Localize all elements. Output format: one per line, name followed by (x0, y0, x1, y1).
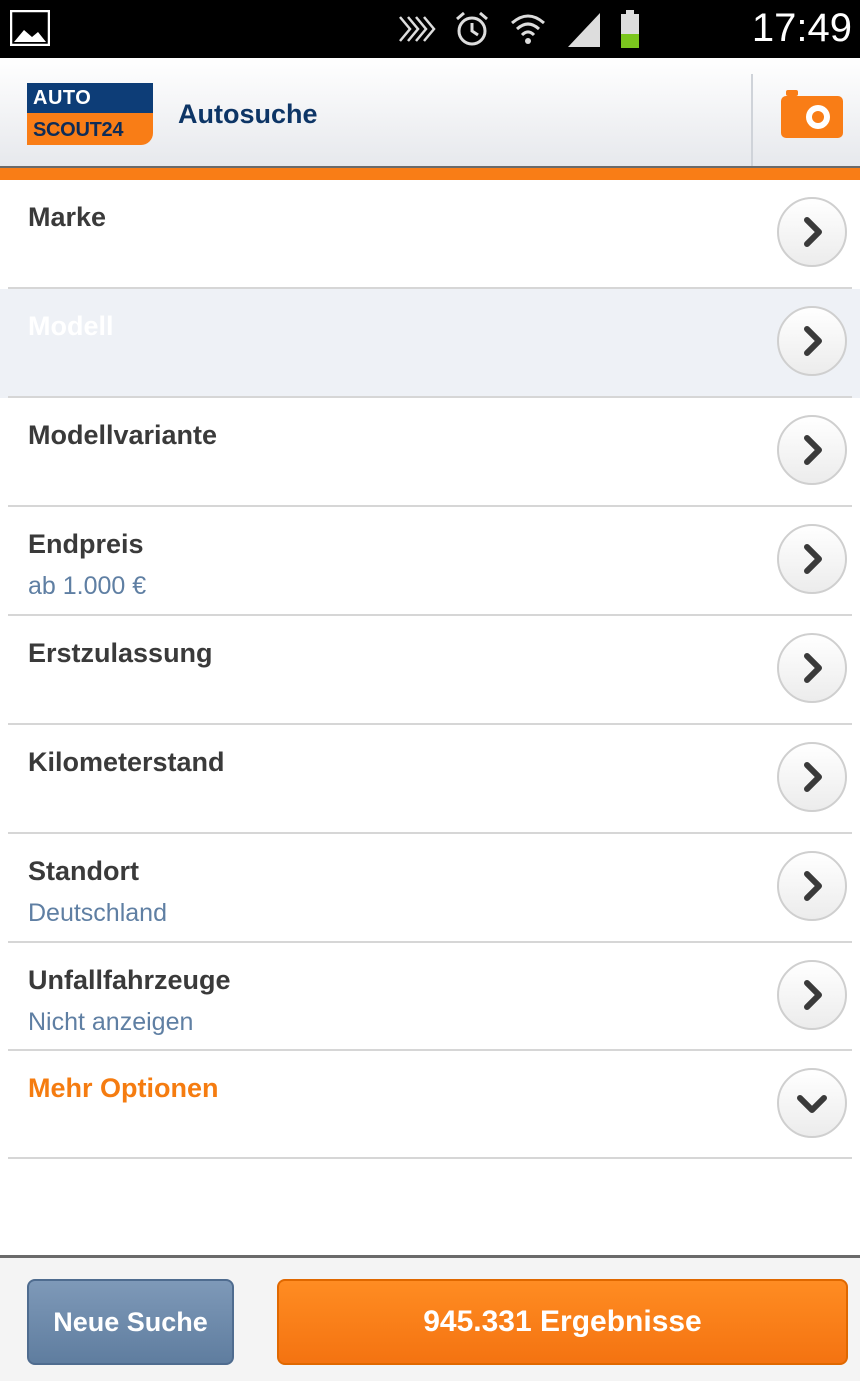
more-options-row[interactable]: Mehr Optionen (0, 1051, 860, 1159)
filter-label: Unfallfahrzeuge (28, 965, 231, 995)
filter-label: Kilometerstand (28, 747, 225, 777)
filter-label: Standort (28, 856, 139, 886)
alarm-icon (456, 11, 488, 46)
app-bar-divider (751, 74, 753, 166)
signal-icon (568, 13, 600, 47)
filter-row-erstzulassung[interactable]: Erstzulassung (0, 616, 860, 725)
filter-row-modellvariante[interactable]: Modellvariante (0, 398, 860, 507)
bottom-action-bar: Neue Suche 945.331 Ergebnisse (0, 1258, 860, 1381)
filter-label: Endpreis (28, 529, 144, 559)
filter-value: ab 1.000 € (28, 572, 147, 600)
filter-row-modell: Modell (0, 289, 860, 398)
header-accent-bar (0, 166, 860, 180)
logo-line-1: AUTO (27, 83, 153, 113)
new-search-button[interactable]: Neue Suche (27, 1279, 234, 1365)
filter-label: Modell (28, 311, 114, 341)
filter-value: Deutschland (28, 899, 167, 927)
autoscout24-logo[interactable]: AUTO SCOUT24 (27, 83, 153, 145)
chevron-right-icon (777, 306, 847, 376)
camera-icon[interactable] (780, 88, 844, 140)
chevron-right-icon[interactable] (777, 197, 847, 267)
filter-label: Erstzulassung (28, 638, 213, 668)
filter-row-marke[interactable]: Marke (0, 180, 860, 289)
filter-label: Modellvariante (28, 420, 218, 450)
status-time: 17:49 (751, 6, 852, 50)
filter-row-endpreis[interactable]: Endpreis ab 1.000 € (0, 507, 860, 616)
chevron-right-icon[interactable] (777, 415, 847, 485)
gallery-icon (10, 10, 50, 46)
status-bar: 17:49 (0, 0, 860, 58)
page-title: Autosuche (178, 99, 318, 129)
divider (8, 1157, 852, 1159)
chevron-right-icon[interactable] (777, 742, 847, 812)
chevron-down-icon[interactable] (777, 1068, 847, 1138)
filter-row-unfallfahrzeuge[interactable]: Unfallfahrzeuge Nicht anzeigen (0, 943, 860, 1051)
filter-label: Marke (28, 202, 107, 232)
logo-line-2: SCOUT24 (27, 113, 153, 145)
nfc-icon (399, 16, 436, 42)
battery-icon (621, 10, 639, 48)
filter-row-standort[interactable]: Standort Deutschland (0, 834, 860, 943)
show-results-button[interactable]: 945.331 Ergebnisse (277, 1279, 848, 1365)
chevron-right-icon[interactable] (777, 851, 847, 921)
filter-value: Nicht anzeigen (28, 1008, 194, 1036)
app-bar: AUTO SCOUT24 Autosuche (0, 58, 860, 168)
chevron-right-icon[interactable] (777, 960, 847, 1030)
chevron-right-icon[interactable] (777, 524, 847, 594)
wifi-icon (511, 14, 545, 44)
chevron-right-icon[interactable] (777, 633, 847, 703)
filter-row-kilometerstand[interactable]: Kilometerstand (0, 725, 860, 834)
more-options-label: Mehr Optionen (28, 1073, 219, 1103)
